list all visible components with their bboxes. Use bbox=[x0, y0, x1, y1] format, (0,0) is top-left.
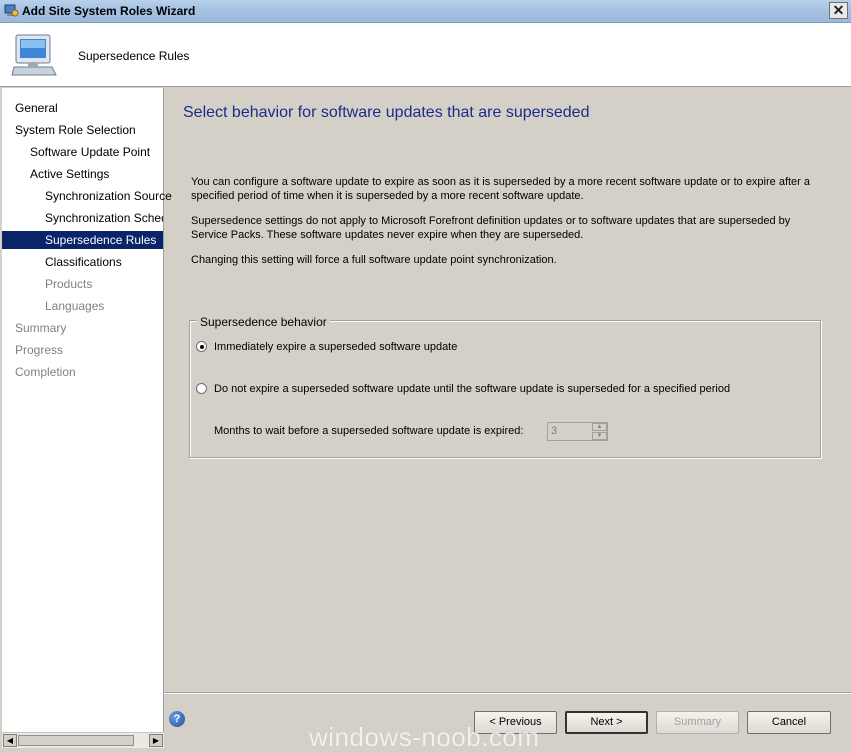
spin-up-icon: ▲ bbox=[592, 423, 607, 431]
scroll-left-icon[interactable]: ◀ bbox=[3, 734, 17, 747]
months-value: 3 bbox=[551, 425, 558, 437]
cancel-button[interactable]: Cancel bbox=[747, 711, 831, 734]
radio-immediate-expire[interactable] bbox=[196, 341, 207, 352]
watermark: windows-noob.com bbox=[309, 722, 540, 752]
nav-item-general[interactable]: General bbox=[15, 99, 58, 117]
nav-horizontal-scrollbar[interactable]: ◀ ▶ bbox=[2, 732, 164, 748]
nav-item-classifications[interactable]: Classifications bbox=[45, 253, 122, 271]
nav-item-supersedence-rules[interactable]: Supersedence Rules bbox=[2, 231, 163, 249]
page-title: Supersedence Rules bbox=[78, 49, 190, 63]
nav-item-synchronization-source[interactable]: Synchronization Source bbox=[45, 187, 172, 205]
nav-item-software-update-point[interactable]: Software Update Point bbox=[30, 143, 150, 161]
window-title: Add Site System Roles Wizard bbox=[22, 4, 196, 18]
scroll-right-icon[interactable]: ▶ bbox=[149, 734, 163, 747]
months-label: Months to wait before a superseded softw… bbox=[214, 425, 524, 437]
wizard-nav: General System Role Selection Software U… bbox=[2, 88, 172, 734]
title-bar: Add Site System Roles Wizard ✕ bbox=[0, 0, 851, 23]
group-label: Supersedence behavior bbox=[197, 315, 330, 329]
description-paragraph-1: You can configure a software update to e… bbox=[191, 176, 811, 202]
nav-item-active-settings[interactable]: Active Settings bbox=[30, 165, 109, 183]
nav-item-languages: Languages bbox=[45, 299, 105, 313]
wizard-header: Supersedence Rules bbox=[0, 23, 851, 87]
spin-down-icon: ▼ bbox=[592, 432, 607, 440]
nav-item-synchronization-schedule[interactable]: Synchronization Schedule bbox=[45, 209, 163, 227]
radio-delay-expire[interactable] bbox=[196, 383, 207, 394]
help-icon[interactable]: ? bbox=[169, 711, 185, 727]
next-button[interactable]: Next > bbox=[565, 711, 648, 734]
radio-delay-expire-label[interactable]: Do not expire a superseded software upda… bbox=[214, 383, 730, 395]
nav-item-progress: Progress bbox=[15, 343, 64, 357]
nav-item-summary: Summary bbox=[15, 321, 67, 335]
summary-button: Summary bbox=[656, 711, 739, 734]
description-paragraph-3: Changing this setting will force a full … bbox=[191, 254, 557, 266]
nav-item-system-role-selection[interactable]: System Role Selection bbox=[15, 121, 136, 139]
nav-item-products: Products bbox=[45, 277, 93, 291]
close-button[interactable]: ✕ bbox=[829, 2, 848, 19]
main-heading: Select behavior for software updates tha… bbox=[183, 104, 590, 121]
scroll-thumb[interactable] bbox=[18, 735, 134, 746]
months-stepper: 3 ▲ ▼ bbox=[547, 422, 608, 441]
footer-divider bbox=[165, 692, 851, 694]
description-paragraph-2: Supersedence settings do not apply to Mi… bbox=[191, 215, 791, 241]
app-icon bbox=[4, 4, 19, 17]
nav-item-completion: Completion bbox=[15, 365, 76, 379]
computer-icon bbox=[11, 34, 57, 76]
radio-immediate-expire-label[interactable]: Immediately expire a superseded software… bbox=[214, 341, 457, 353]
